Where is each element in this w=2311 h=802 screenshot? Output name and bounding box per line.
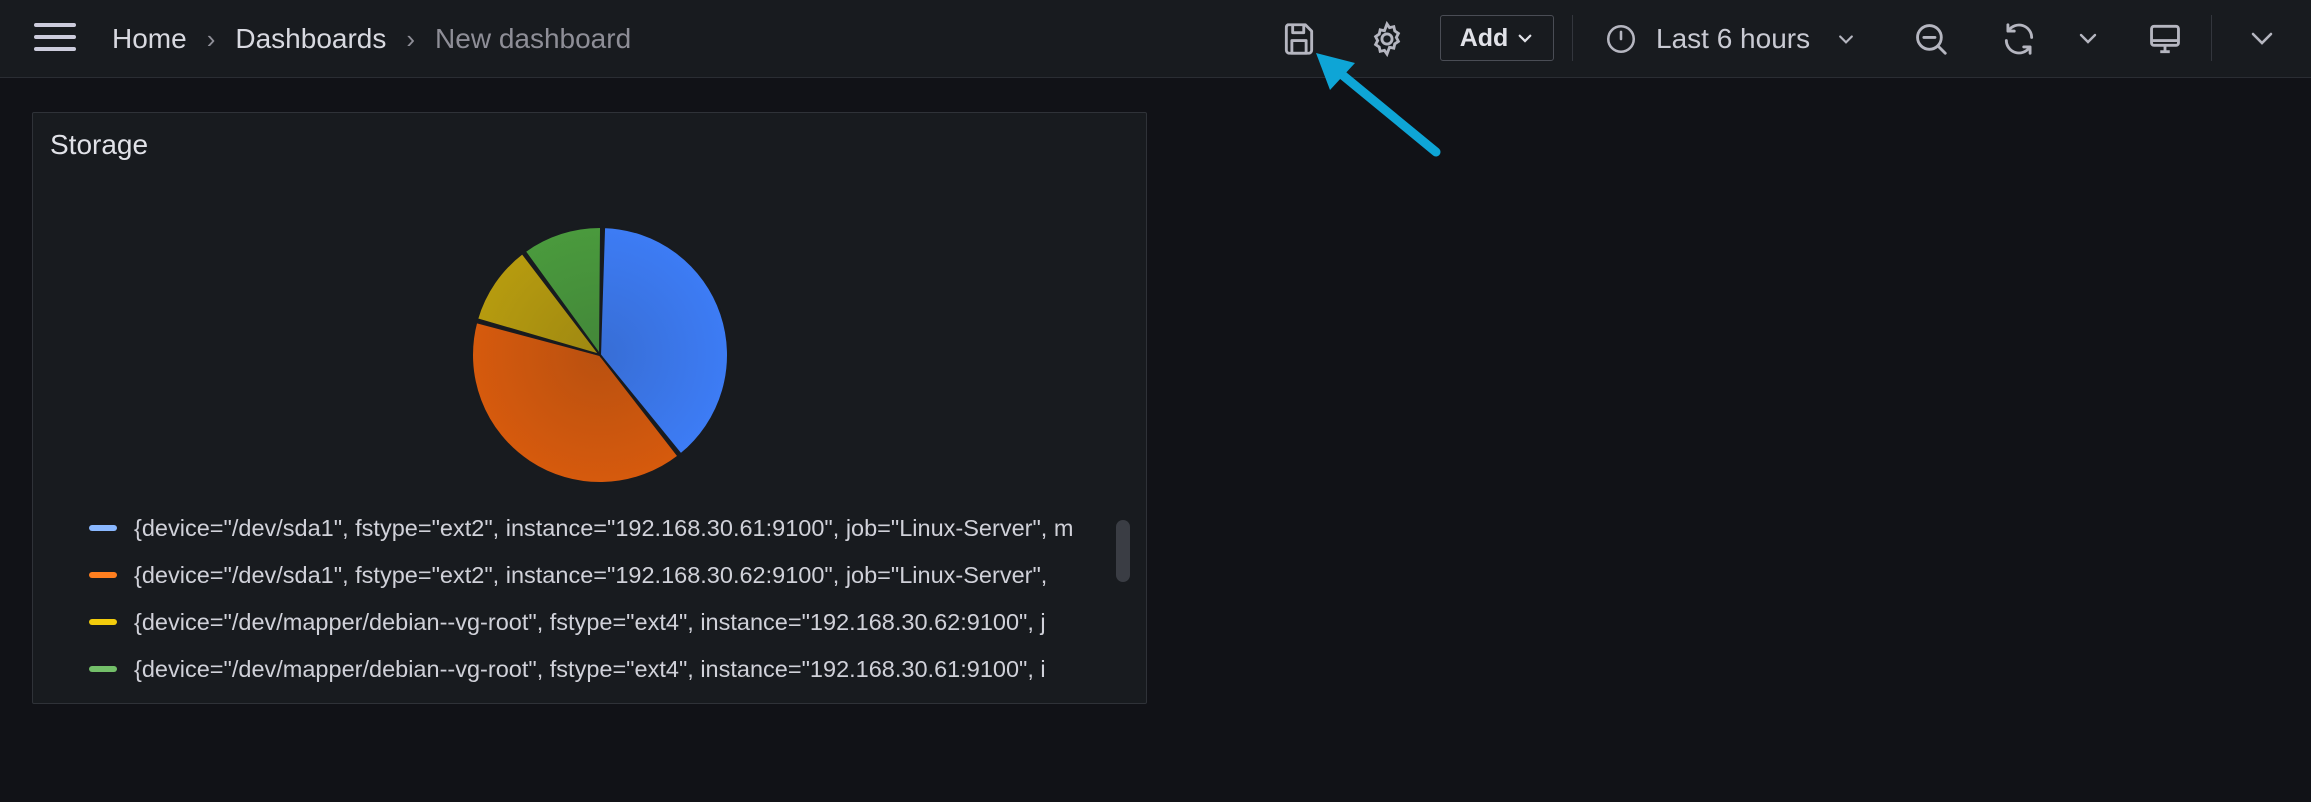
panel-title: Storage: [50, 129, 149, 160]
legend-label: {device="/dev/sda1", fstype="ext2", inst…: [134, 514, 1074, 541]
breadcrumb-current-dashboard: New dashboard: [435, 23, 632, 54]
legend-item[interactable]: {device="/dev/mapper/debian--vg-root", f…: [57, 654, 1046, 684]
legend-color-swatch: [89, 619, 117, 625]
tv-mode-icon[interactable]: [2146, 20, 2184, 58]
chevron-down-icon: [1518, 34, 1532, 43]
add-button[interactable]: Add: [1440, 15, 1554, 61]
breadcrumb-dashboards[interactable]: Dashboards: [235, 23, 386, 55]
refresh-interval-chevron-icon[interactable]: [2078, 20, 2098, 58]
legend-color-swatch: [89, 572, 117, 578]
legend-scrollbar[interactable]: [1116, 520, 1130, 582]
legend-item[interactable]: {device="/dev/mapper/debian--vg-root", f…: [57, 607, 1046, 637]
time-range-label: Last 6 hours: [1656, 23, 1811, 54]
zoom-out-icon[interactable]: [1912, 20, 1950, 58]
legend-label: {device="/dev/mapper/debian--vg-root", f…: [134, 655, 1046, 682]
legend-item[interactable]: {device="/dev/sda1", fstype="ext2", inst…: [57, 513, 1073, 543]
clock-icon: [1606, 24, 1636, 54]
legend-label: {device="/dev/mapper/debian--vg-root", f…: [134, 608, 1046, 635]
chevron-down-icon: [1839, 35, 1854, 44]
chart-legend: {device="/dev/sda1", fstype="ext2", inst…: [57, 513, 1117, 699]
legend-color-swatch: [89, 525, 117, 531]
save-icon[interactable]: [1280, 20, 1318, 58]
top-navbar: Home › Dashboards › New dashboard Add La…: [0, 0, 2311, 78]
pie-chart: [471, 225, 729, 485]
legend-label: {device="/dev/sda1", fstype="ext2", inst…: [134, 561, 1048, 588]
legend-color-swatch: [89, 666, 117, 672]
breadcrumb: Home › Dashboards › New dashboard: [112, 20, 631, 58]
toolbar-divider: [2211, 15, 2212, 61]
breadcrumb-separator: ›: [406, 23, 416, 54]
refresh-icon[interactable]: [2000, 20, 2038, 58]
legend-item[interactable]: {device="/dev/sda1", fstype="ext2", inst…: [57, 560, 1047, 590]
menu-icon[interactable]: [34, 23, 76, 55]
add-button-label: Add: [1459, 23, 1509, 52]
storage-panel[interactable]: Storage {device="/dev/sda1", fstype="ext…: [32, 112, 1147, 704]
toolbar-divider: [1572, 15, 1573, 61]
breadcrumb-separator: ›: [206, 23, 216, 54]
breadcrumb-home[interactable]: Home: [112, 23, 187, 55]
collapse-chevron-icon[interactable]: [2248, 20, 2276, 58]
gear-icon[interactable]: [1368, 20, 1406, 58]
time-range-picker[interactable]: Last 6 hours: [1604, 14, 1856, 64]
